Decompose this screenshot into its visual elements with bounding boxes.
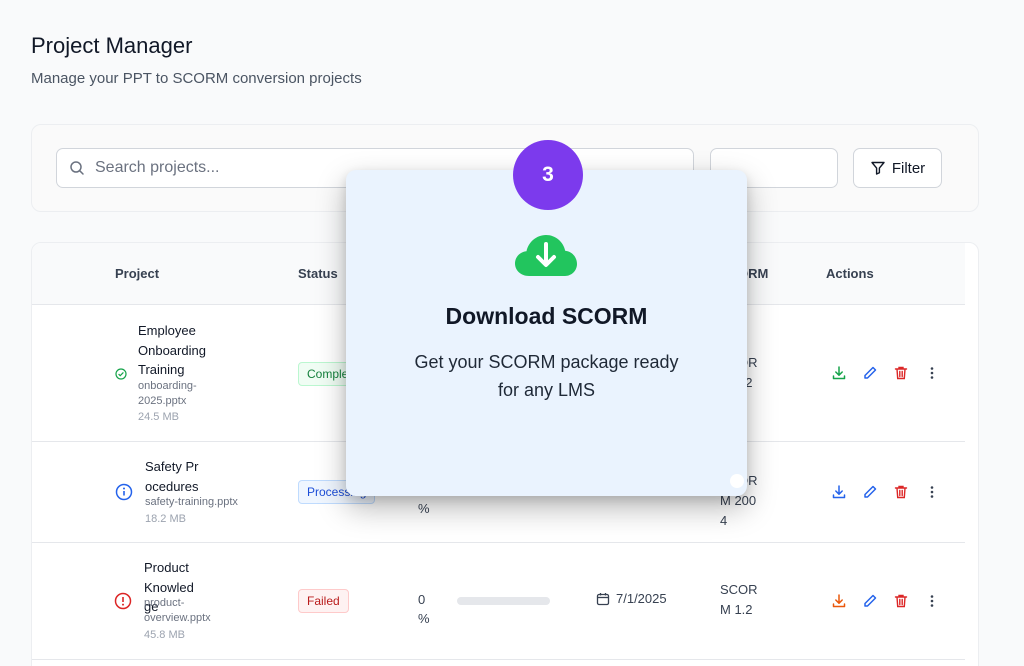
project-file: onboarding-2025.pptx (138, 380, 197, 407)
project-size: 45.8 MB (144, 629, 185, 641)
project-name: Employee Onboarding Training (138, 323, 206, 377)
project-date: 7/1/2025 (596, 591, 667, 606)
tour-description: Get your SCORM package ready for any LMS (414, 352, 679, 400)
filter-label: Filter (891, 159, 926, 177)
tour-popover: Download SCORM Get your SCORM package re… (346, 170, 747, 496)
progress-percent: % (418, 501, 430, 516)
filter-icon (871, 161, 885, 175)
project-file: product-overview.pptx (144, 597, 211, 624)
tour-title: Download SCORM (445, 303, 648, 329)
more-icon[interactable] (924, 365, 940, 381)
progress-bar (457, 597, 550, 605)
info-circle-icon (115, 483, 133, 501)
edit-icon[interactable] (862, 484, 878, 500)
calendar-icon (596, 592, 610, 605)
column-project: Project (115, 266, 160, 281)
delete-icon[interactable] (893, 365, 909, 381)
date-text: 7/1/2025 (616, 591, 667, 606)
filter-button[interactable]: Filter (853, 148, 942, 188)
project-size: 24.5 MB (138, 411, 179, 423)
project-size: 18.2 MB (145, 513, 186, 525)
edit-icon[interactable] (862, 593, 878, 609)
row-actions (831, 365, 940, 381)
page-title: Project Manager (31, 33, 193, 58)
table-row[interactable]: Product Knowledge product-overview.pptx … (32, 543, 965, 660)
alert-circle-icon (114, 592, 132, 610)
search-icon (70, 161, 84, 175)
scorm-version: SCORM 1.2 (720, 582, 758, 617)
download-icon[interactable] (831, 484, 847, 500)
delete-icon[interactable] (893, 593, 909, 609)
download-icon[interactable] (831, 365, 847, 381)
column-actions: Actions (826, 266, 874, 281)
delete-icon[interactable] (893, 484, 909, 500)
edit-icon[interactable] (862, 365, 878, 381)
progress-percent: 0 % (418, 592, 430, 626)
page-subtitle: Manage your PPT to SCORM conversion proj… (31, 70, 362, 87)
row-actions (831, 484, 940, 500)
status-badge: Failed (298, 589, 349, 613)
row-actions (831, 593, 940, 609)
column-status: Status (298, 266, 338, 281)
more-icon[interactable] (924, 593, 940, 609)
more-icon[interactable] (924, 484, 940, 500)
tour-step-badge: 3 (513, 140, 583, 210)
project-name: Safety Procedures (145, 459, 199, 494)
project-file: safety-training.pptx (145, 496, 238, 508)
check-circle-icon (115, 368, 127, 380)
tour-anchor-dot (730, 474, 744, 488)
cloud-download-icon (515, 235, 577, 276)
download-icon[interactable] (831, 593, 847, 609)
